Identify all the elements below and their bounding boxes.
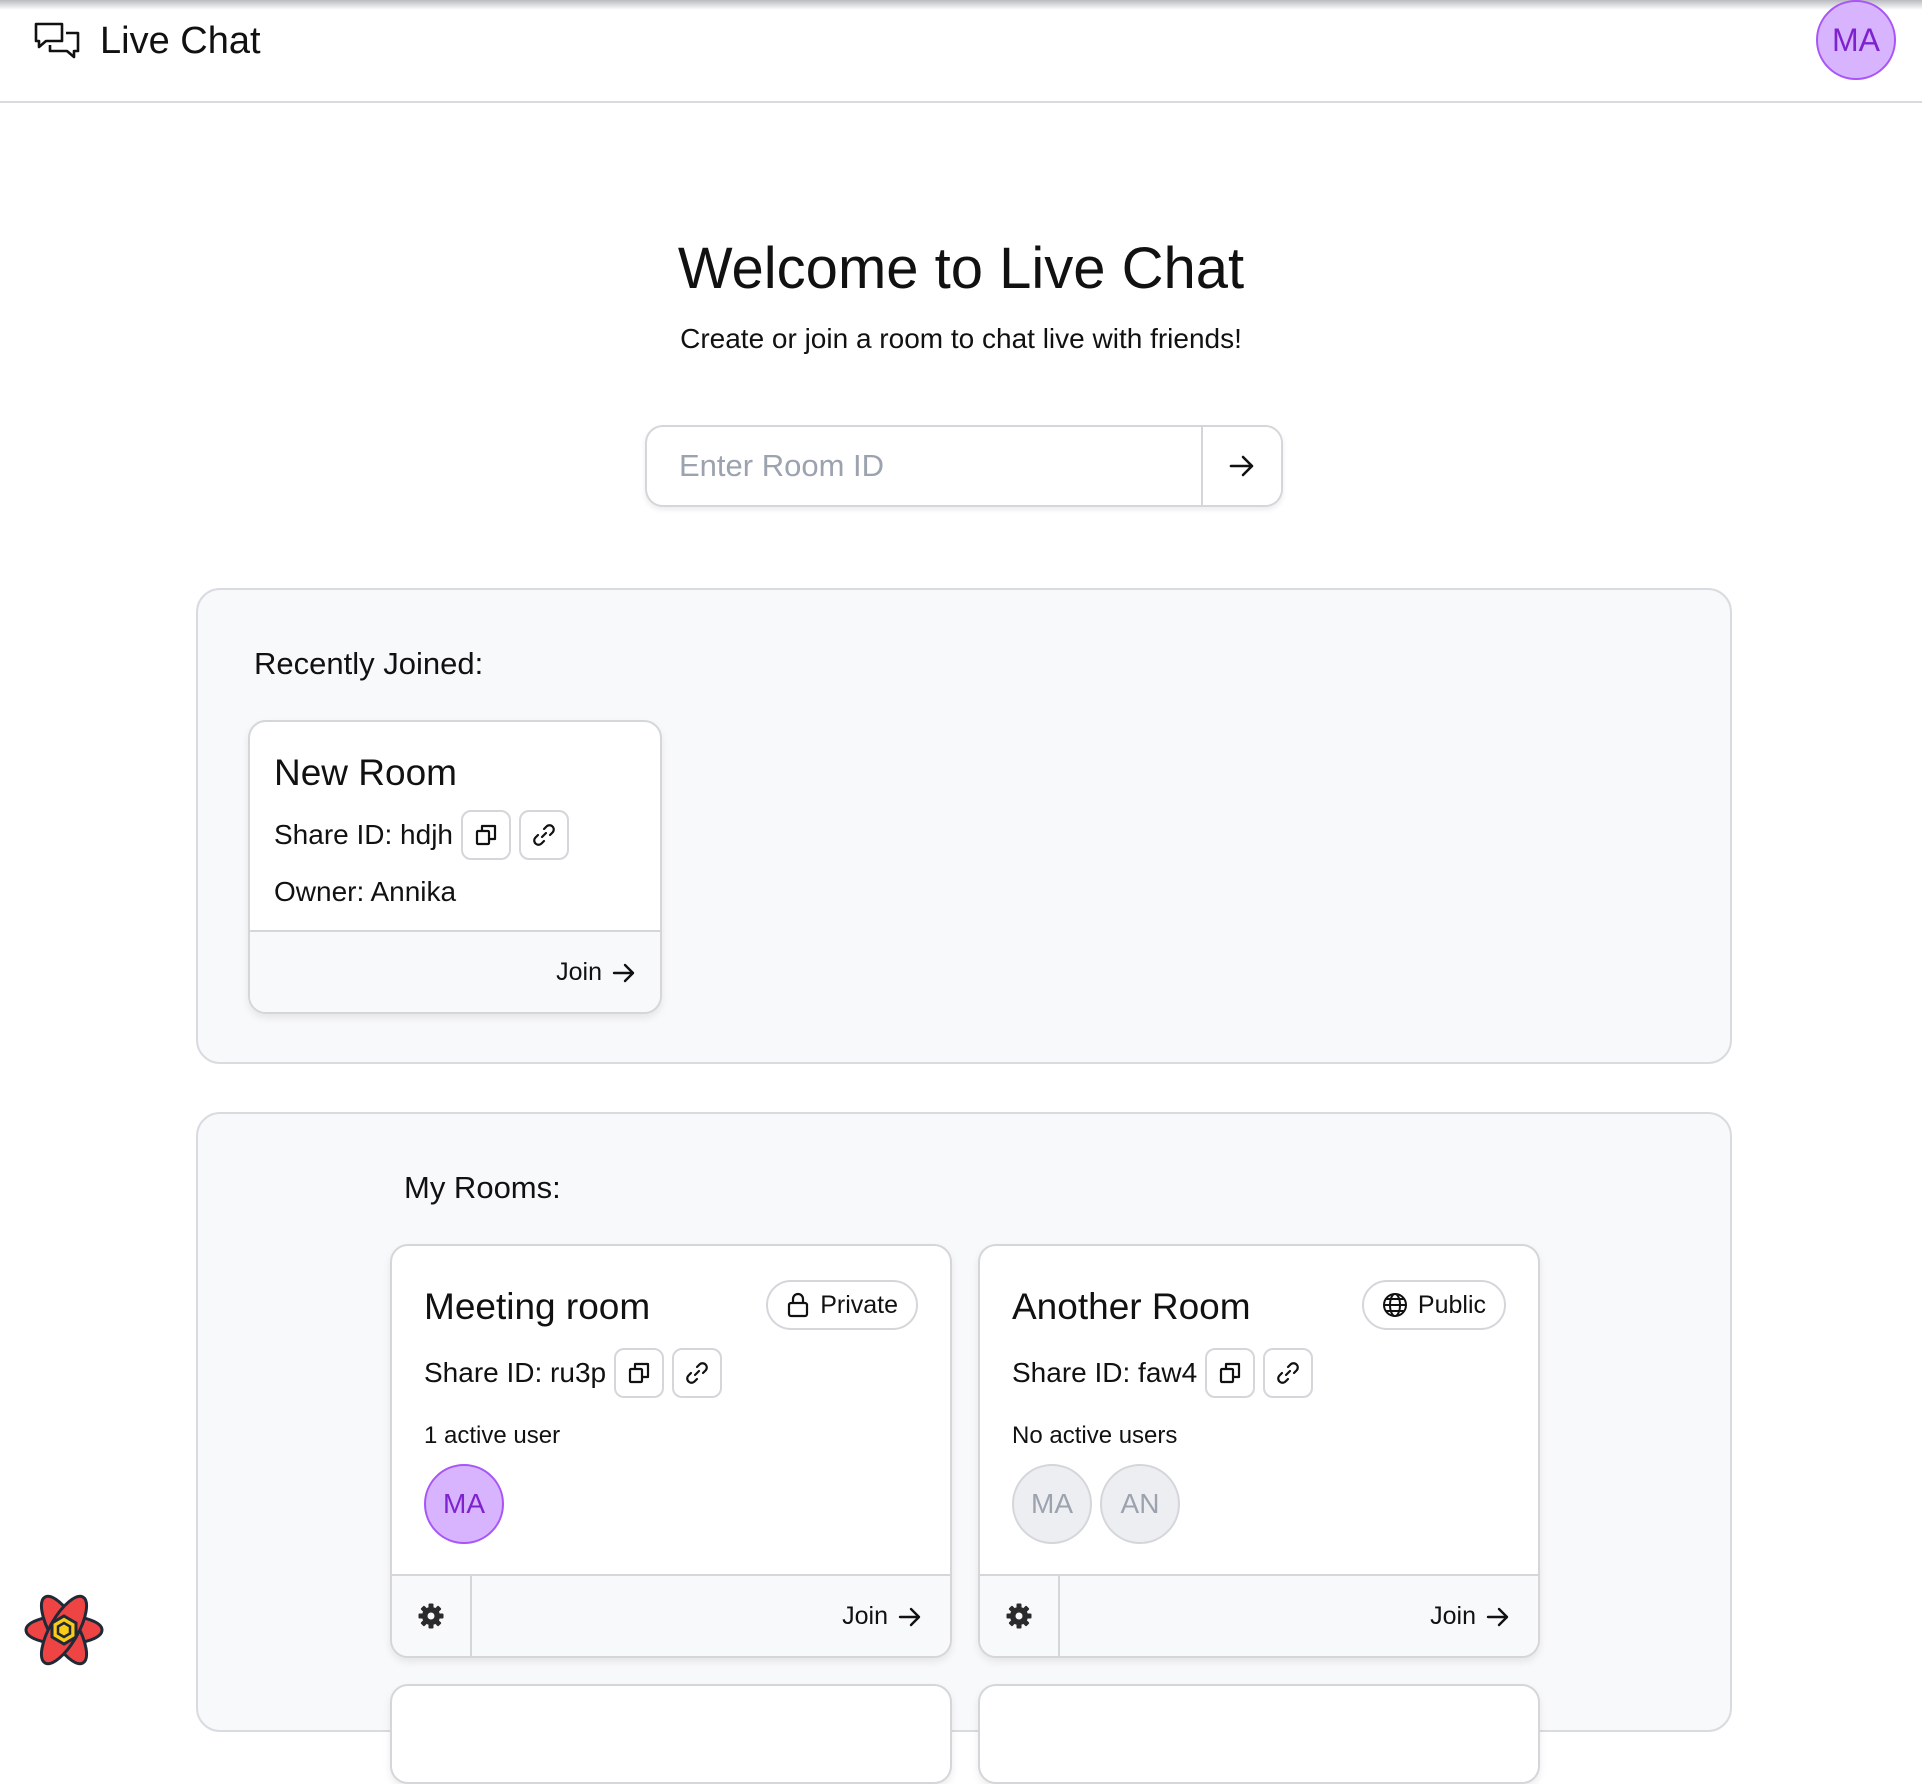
room-name: New Room xyxy=(274,752,457,793)
gear-icon xyxy=(1006,1603,1032,1629)
card-footer: Join xyxy=(980,1574,1538,1656)
share-id-row: Share ID: hdjh xyxy=(274,810,569,860)
lock-icon xyxy=(788,1292,809,1318)
visibility-label: Private xyxy=(820,1290,898,1319)
card-footer: Join xyxy=(392,1574,950,1656)
arrow-right-icon xyxy=(612,963,635,982)
brand[interactable]: Live Chat xyxy=(34,20,261,63)
app-title: Live Chat xyxy=(100,20,261,62)
user-avatar: AN xyxy=(1100,1464,1180,1544)
arrow-right-icon xyxy=(898,1607,921,1626)
room-id-input[interactable] xyxy=(647,427,1201,505)
active-users-avatars: MA xyxy=(424,1464,512,1544)
copy-id-button[interactable] xyxy=(461,810,511,860)
my-rooms-panel: My Rooms: Meeting room Private Share ID:… xyxy=(196,1112,1732,1784)
active-users-count: No active users xyxy=(1012,1422,1178,1449)
room-settings-button[interactable] xyxy=(980,1576,1060,1656)
room-id-form xyxy=(645,425,1283,507)
room-settings-button[interactable] xyxy=(392,1576,472,1656)
link-icon xyxy=(1277,1362,1300,1384)
share-id-label: Share ID: ru3p xyxy=(424,1357,607,1388)
top-navbar: Live Chat MA xyxy=(0,0,1922,103)
copy-id-button[interactable] xyxy=(614,1348,665,1398)
share-id-row: Share ID: faw4 xyxy=(1012,1348,1314,1398)
visibility-label: Public xyxy=(1417,1290,1486,1319)
globe-icon xyxy=(1382,1293,1407,1317)
join-button[interactable]: Join xyxy=(1430,1602,1510,1631)
recently-joined-heading: Recently Joined: xyxy=(254,646,484,681)
visibility-badge: Public xyxy=(1361,1280,1506,1330)
room-card: Meeting room Private Share ID: ru3p 1 ac… xyxy=(390,1244,952,1658)
user-avatar: MA xyxy=(1012,1464,1092,1544)
arrow-right-icon xyxy=(1486,1607,1509,1626)
visibility-badge: Private xyxy=(766,1280,918,1330)
join-label: Join xyxy=(1430,1602,1476,1630)
card-footer: Join xyxy=(250,930,660,1012)
room-name: Another Room xyxy=(1012,1286,1251,1327)
share-id-label: Share ID: faw4 xyxy=(1012,1357,1198,1388)
arrow-right-icon xyxy=(1229,455,1254,477)
my-rooms-heading: My Rooms: xyxy=(404,1170,561,1205)
copy-id-button[interactable] xyxy=(1205,1348,1256,1398)
recently-joined-panel: Recently Joined: New Room Share ID: hdjh… xyxy=(196,588,1732,1064)
user-avatar[interactable]: MA xyxy=(1816,0,1896,80)
room-card: Another Room Public Share ID: faw4 No ac… xyxy=(978,1244,1540,1658)
join-button[interactable]: Join xyxy=(842,1602,922,1631)
welcome-subtitle: Create or join a room to chat live with … xyxy=(680,323,1242,354)
share-id-label: Share ID: hdjh xyxy=(274,819,453,850)
room-card: New Room Share ID: hdjh Owner: Annika Jo… xyxy=(248,720,662,1014)
room-name: Meeting room xyxy=(424,1286,651,1327)
copy-link-button[interactable] xyxy=(672,1348,723,1398)
go-to-room-button[interactable] xyxy=(1201,427,1281,505)
room-card-partial xyxy=(390,1684,952,1784)
join-button[interactable]: Join xyxy=(556,958,636,987)
topbar-shadow xyxy=(0,0,1922,10)
share-id-row: Share ID: ru3p xyxy=(424,1348,723,1398)
room-card-partial xyxy=(978,1684,1540,1784)
user-avatar: MA xyxy=(424,1464,504,1544)
link-icon xyxy=(686,1362,708,1384)
copy-link-button[interactable] xyxy=(1263,1348,1314,1398)
copy-icon xyxy=(475,824,497,846)
join-label: Join xyxy=(556,958,602,986)
copy-icon xyxy=(1220,1362,1241,1384)
link-icon xyxy=(533,824,555,846)
join-label: Join xyxy=(842,1602,888,1630)
gear-icon xyxy=(418,1603,444,1629)
copy-link-button[interactable] xyxy=(519,810,569,860)
room-members-avatars: MA AN xyxy=(1012,1464,1188,1544)
react-devtools-icon[interactable] xyxy=(22,1592,106,1668)
copy-icon xyxy=(629,1362,650,1384)
active-users-count: 1 active user xyxy=(424,1422,561,1449)
room-owner: Owner: Annika xyxy=(274,876,457,907)
welcome-heading: Welcome to Live Chat xyxy=(677,236,1245,301)
chat-bubbles-icon xyxy=(34,22,80,58)
